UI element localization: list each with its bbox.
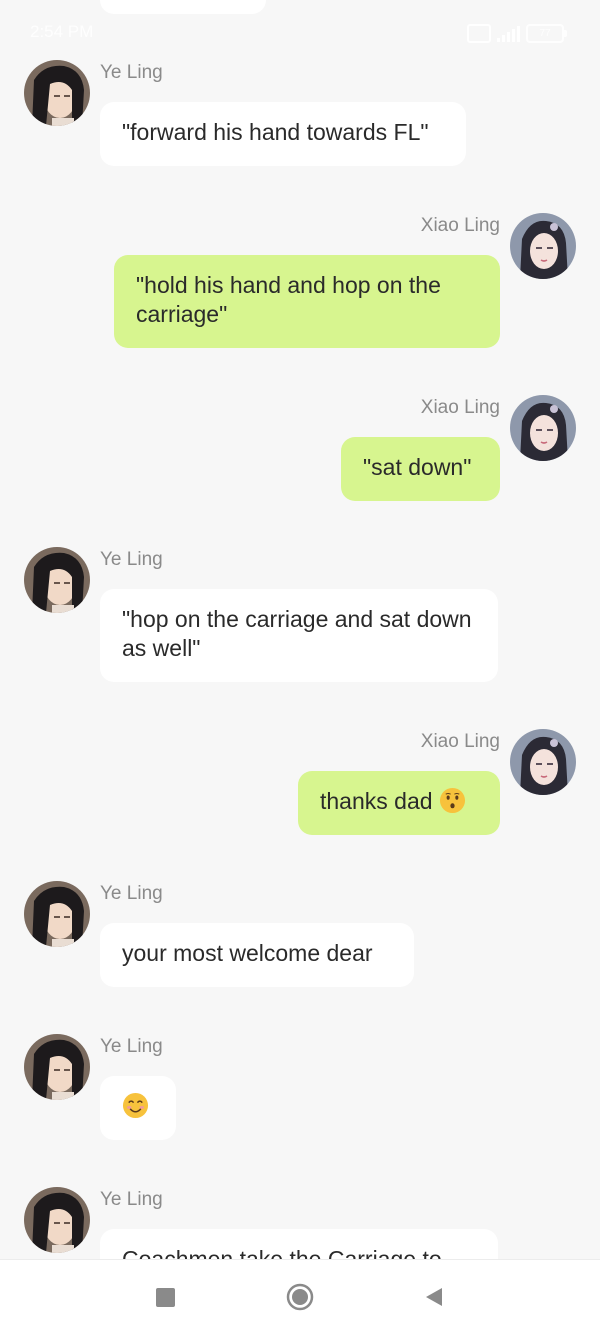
message-text: thanks dad	[320, 788, 433, 814]
sender-name: Ye Ling	[100, 883, 163, 904]
sender-name: Xiao Ling	[420, 215, 500, 236]
avatar-ye-ling[interactable]	[24, 881, 90, 947]
triangle-back-icon[interactable]	[419, 1282, 449, 1312]
sender-name: Ye Ling	[100, 549, 163, 570]
signal-icon	[497, 25, 520, 42]
status-time: 2:54 PM	[30, 22, 94, 41]
message-bubble[interactable]: "hop on the carriage and sat down as wel…	[100, 589, 498, 682]
message-text: "hold his hand and hop on the carriage"	[136, 272, 441, 327]
message-text: "hop on the carriage and sat down as wel…	[122, 606, 472, 661]
navigation-bar	[0, 1259, 600, 1333]
avatar-ye-ling[interactable]	[24, 1034, 90, 1100]
kissing-face-emoji	[439, 787, 465, 814]
sender-name: Ye Ling	[100, 1189, 163, 1210]
status-icons: 77	[467, 24, 567, 43]
avatar-xiao-ling[interactable]	[510, 729, 576, 795]
message-text: "forward his hand towards FL"	[122, 119, 429, 145]
circle-home-icon[interactable]	[285, 1282, 315, 1312]
message-bubble[interactable]: thanks dad	[298, 771, 500, 835]
avatar-xiao-ling[interactable]	[510, 395, 576, 461]
square-recents-icon[interactable]	[150, 1282, 180, 1312]
message-text: your most welcome dear	[122, 940, 373, 966]
chat-screen: 2:54 PM 77 Ye Ling "forward his hand tow	[0, 0, 600, 1333]
sender-name: Ye Ling	[100, 62, 163, 83]
message-bubble[interactable]: "sat down"	[341, 437, 500, 501]
status-bar: 2:54 PM 77	[0, 0, 600, 62]
message-bubble[interactable]: your most welcome dear	[100, 923, 414, 987]
avatar-ye-ling[interactable]	[24, 547, 90, 613]
message-bubble[interactable]: "hold his hand and hop on the carriage"	[114, 255, 500, 348]
sender-name: Ye Ling	[100, 1036, 163, 1057]
sender-name: Xiao Ling	[420, 731, 500, 752]
avatar-xiao-ling[interactable]	[510, 213, 576, 279]
message-bubble[interactable]: "forward his hand towards FL"	[100, 102, 466, 166]
avatar-ye-ling[interactable]	[24, 60, 90, 126]
smiling-face-emoji	[122, 1092, 149, 1119]
message-bubble[interactable]	[100, 1076, 176, 1140]
sim-icon	[467, 24, 491, 43]
message-text: "sat down"	[363, 454, 472, 480]
battery-level: 77	[539, 28, 551, 39]
sender-name: Xiao Ling	[420, 397, 500, 418]
avatar-ye-ling[interactable]	[24, 1187, 90, 1253]
battery-icon: 77	[526, 24, 567, 43]
